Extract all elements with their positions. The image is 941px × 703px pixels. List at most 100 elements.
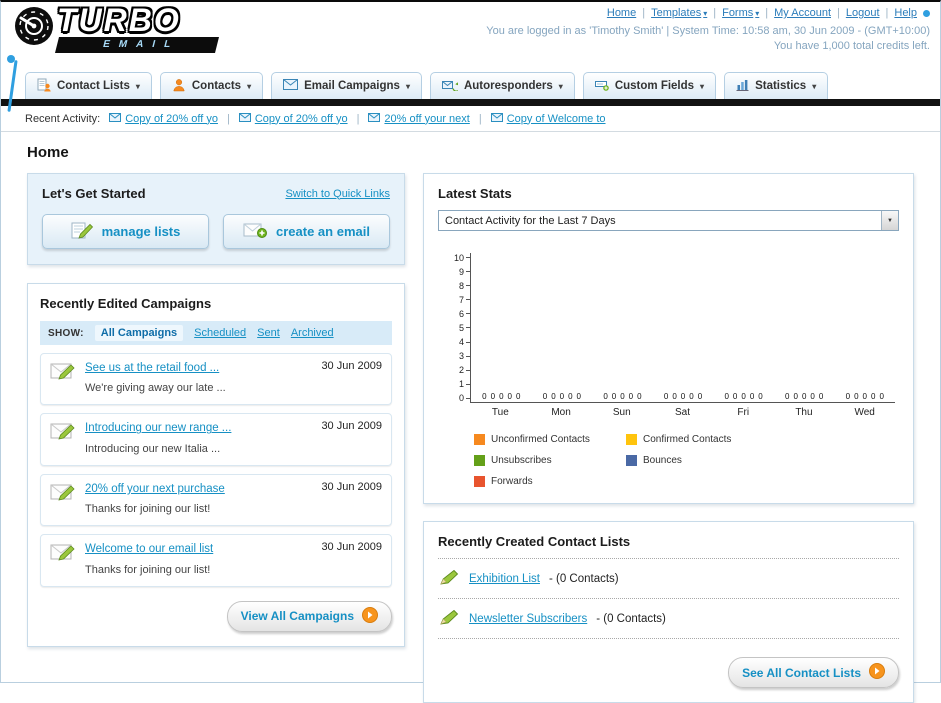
contact-lists-icon <box>37 78 51 95</box>
campaign-row: See us at the retail food ... We're givi… <box>40 353 392 406</box>
view-all-campaigns-button[interactable]: View All Campaigns <box>226 600 392 632</box>
chart-category-values: 00000 <box>774 392 835 401</box>
x-tick-label: Sat <box>675 407 691 418</box>
chevron-down-icon <box>881 211 898 230</box>
separator <box>479 113 482 125</box>
tab-contact-lists-label: Contact Lists <box>57 80 130 92</box>
create-email-label: create an email <box>276 224 370 239</box>
logo-text-email: EMAIL <box>55 37 219 53</box>
chart-value-labels: 00000000000000000000000000000000000 <box>471 392 895 401</box>
campaign-title-link[interactable]: Introducing our new range ... <box>85 420 312 436</box>
stats-period-select[interactable]: Contact Activity for the Last 7 Days <box>438 210 899 231</box>
envelope-icon <box>368 112 381 125</box>
chart-category-values: 00000 <box>653 392 714 401</box>
separator <box>357 113 360 125</box>
recent-activity-text: Copy of 20% off yo <box>254 112 348 125</box>
logo-texts: TURBO EMAIL <box>55 4 219 53</box>
chart-plot-area: 00000000000000000000000000000000000 <box>470 253 895 403</box>
nav-forms-link[interactable]: Forms <box>722 7 759 19</box>
chart-value-label: 0 <box>862 392 867 401</box>
campaign-date: 30 Jun 2009 <box>321 541 382 554</box>
tab-contacts[interactable]: Contacts <box>159 72 264 99</box>
tab-contact-lists[interactable]: Contact Lists <box>25 72 152 99</box>
campaign-subtitle: Thanks for joining our list! <box>85 563 211 576</box>
tab-statistics[interactable]: Statistics <box>724 72 829 99</box>
envelope-icon <box>109 112 122 125</box>
nav-help-label: Help <box>894 7 917 19</box>
contact-list-count: - (0 Contacts) <box>548 572 619 585</box>
y-tick-label: 9 <box>459 267 470 277</box>
campaign-row: 20% off your next purchase Thanks for jo… <box>40 473 392 527</box>
filter-archived[interactable]: Archived <box>291 327 334 339</box>
manage-lists-button[interactable]: manage lists <box>42 214 209 249</box>
nav-logout-link[interactable]: Logout <box>846 7 880 19</box>
tab-autoresponders[interactable]: Autoresponders <box>429 72 575 99</box>
arrow-right-circle-icon <box>362 606 378 626</box>
tab-email-campaigns[interactable]: Email Campaigns <box>271 72 422 99</box>
envelope-pencil-icon <box>50 481 76 506</box>
campaign-title-link[interactable]: Welcome to our email list <box>85 541 312 557</box>
bar-chart-icon <box>736 79 749 94</box>
create-email-button[interactable]: create an email <box>223 214 390 249</box>
legend-label: Unsubscribes <box>491 455 552 466</box>
x-tick-label: Fri <box>737 407 750 418</box>
nav-templates-link[interactable]: Templates <box>651 7 707 19</box>
filter-sent[interactable]: Sent <box>257 327 280 339</box>
chart-value-label: 0 <box>515 392 521 401</box>
chart-value-label: 0 <box>603 392 608 401</box>
chevron-down-icon <box>700 80 704 92</box>
see-all-contact-lists-button[interactable]: See All Contact Lists <box>728 657 899 688</box>
recent-activity-item[interactable]: Copy of Welcome to <box>490 112 606 125</box>
chart-value-label: 0 <box>818 392 824 401</box>
campaign-title-link[interactable]: 20% off your next purchase <box>85 481 312 497</box>
legend-swatch <box>474 434 485 445</box>
pencil-icon <box>440 569 460 588</box>
nav-my-account-link[interactable]: My Account <box>774 7 831 19</box>
top-nav: Home Templates Forms My Account Logout H… <box>486 7 930 19</box>
tab-statistics-label: Statistics <box>755 80 807 92</box>
separator <box>765 7 768 19</box>
chart-value-label: 0 <box>611 392 617 401</box>
nav-help-link[interactable]: Help <box>894 7 917 19</box>
contact-list-link[interactable]: Newsletter Subscribers <box>469 613 587 625</box>
chart-value-label: 0 <box>568 392 573 401</box>
arrow-right-circle-icon <box>869 663 885 682</box>
chart-value-label: 0 <box>672 392 677 401</box>
nav-home-link[interactable]: Home <box>607 7 636 19</box>
filter-scheduled[interactable]: Scheduled <box>194 327 246 339</box>
legend-item: Confirmed Contacts <box>626 434 778 445</box>
chevron-down-icon <box>703 7 707 19</box>
chart-value-label: 0 <box>576 392 581 401</box>
tab-custom-fields[interactable]: Custom Fields <box>582 72 717 99</box>
login-info: You are logged in as 'Timothy Smith' | S… <box>486 25 930 37</box>
switch-quick-links-link[interactable]: Switch to Quick Links <box>285 188 390 200</box>
x-tick-label: Mon <box>551 407 571 418</box>
y-tick-label: 1 <box>459 379 470 389</box>
envelope-pencil-icon <box>50 541 76 566</box>
x-tick-label: Wed <box>854 407 875 418</box>
campaign-title-link[interactable]: See us at the retail food ... <box>85 360 312 376</box>
chart-x-axis: Tue Mon Sun Sat Fri Thu Wed <box>470 407 895 418</box>
manage-lists-label: manage lists <box>101 224 181 239</box>
chart-value-label: 0 <box>680 392 686 401</box>
y-tick-label: 8 <box>459 281 470 291</box>
recent-activity-item[interactable]: 20% off your next <box>368 112 470 125</box>
get-started-panel: Let's Get Started Switch to Quick Links … <box>27 173 405 265</box>
stats-period-value: Contact Activity for the Last 7 Days <box>445 214 616 227</box>
recent-activity-text: Copy of 20% off yo <box>125 112 218 125</box>
recent-activity-item[interactable]: Copy of 20% off yo <box>238 112 348 125</box>
chart-category-values: 00000 <box>471 392 532 401</box>
envelope-pencil-icon <box>50 420 76 445</box>
recent-activity-item[interactable]: Copy of 20% off yo <box>109 112 218 125</box>
campaign-date: 30 Jun 2009 <box>321 420 382 433</box>
legend-label: Bounces <box>643 455 682 466</box>
recent-campaigns-title: Recently Edited Campaigns <box>40 296 212 311</box>
filter-all-campaigns[interactable]: All Campaigns <box>94 325 184 341</box>
campaign-date: 30 Jun 2009 <box>321 360 382 372</box>
chart-legend: Unconfirmed Contacts Confirmed Contacts Un… <box>474 434 895 487</box>
speedometer-icon <box>13 5 55 52</box>
contact-list-row: Newsletter Subscribers - (0 Contacts) <box>438 599 899 639</box>
contact-list-link[interactable]: Exhibition List <box>469 573 540 585</box>
header-right: Home Templates Forms My Account Logout H… <box>486 7 930 52</box>
autoresponder-icon <box>441 79 461 94</box>
